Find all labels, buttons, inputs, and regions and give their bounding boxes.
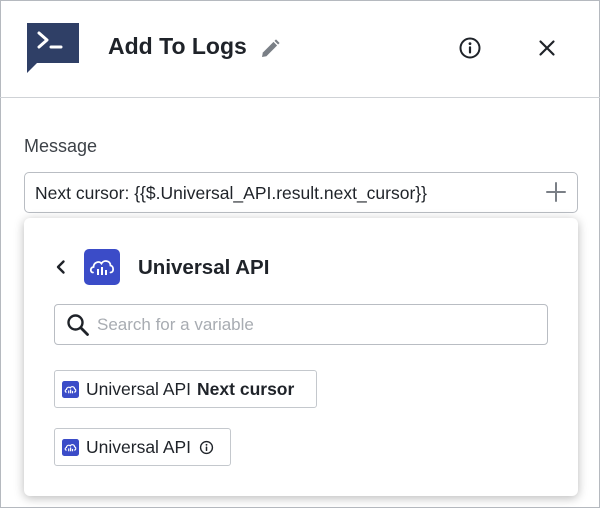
pencil-icon[interactable] [259, 38, 281, 60]
message-label: Message [24, 136, 98, 156]
search-icon [66, 313, 90, 337]
variable-picker-dropdown: Universal API Universal API Next cursor [24, 218, 578, 496]
variable-option-next-cursor[interactable]: Universal API Next cursor [54, 370, 317, 408]
option-label: Universal API [86, 436, 192, 457]
chevron-left-icon[interactable] [54, 258, 68, 276]
page-title: Add To Logs [108, 33, 247, 59]
panel-header: Add To Logs [0, 0, 600, 98]
option-field-name: Next cursor [197, 378, 295, 399]
option-label: Universal API [86, 378, 192, 399]
variable-search-box[interactable] [54, 304, 548, 345]
info-icon[interactable] [199, 440, 214, 455]
universal-api-logo-icon [62, 438, 79, 456]
message-field[interactable]: Next cursor: {{$.Universal_API.result.ne… [24, 172, 578, 213]
message-value[interactable]: Next cursor: {{$.Universal_API.result.ne… [35, 183, 427, 204]
info-icon[interactable] [458, 36, 482, 60]
universal-api-logo-icon [84, 249, 120, 285]
terminal-icon [27, 23, 79, 75]
universal-api-logo-icon [62, 380, 79, 398]
dropdown-title: Universal API [138, 256, 270, 279]
search-input[interactable] [97, 311, 537, 339]
close-icon[interactable] [535, 36, 559, 60]
variable-option-universal-api[interactable]: Universal API [54, 428, 231, 466]
plus-icon[interactable] [545, 181, 567, 203]
